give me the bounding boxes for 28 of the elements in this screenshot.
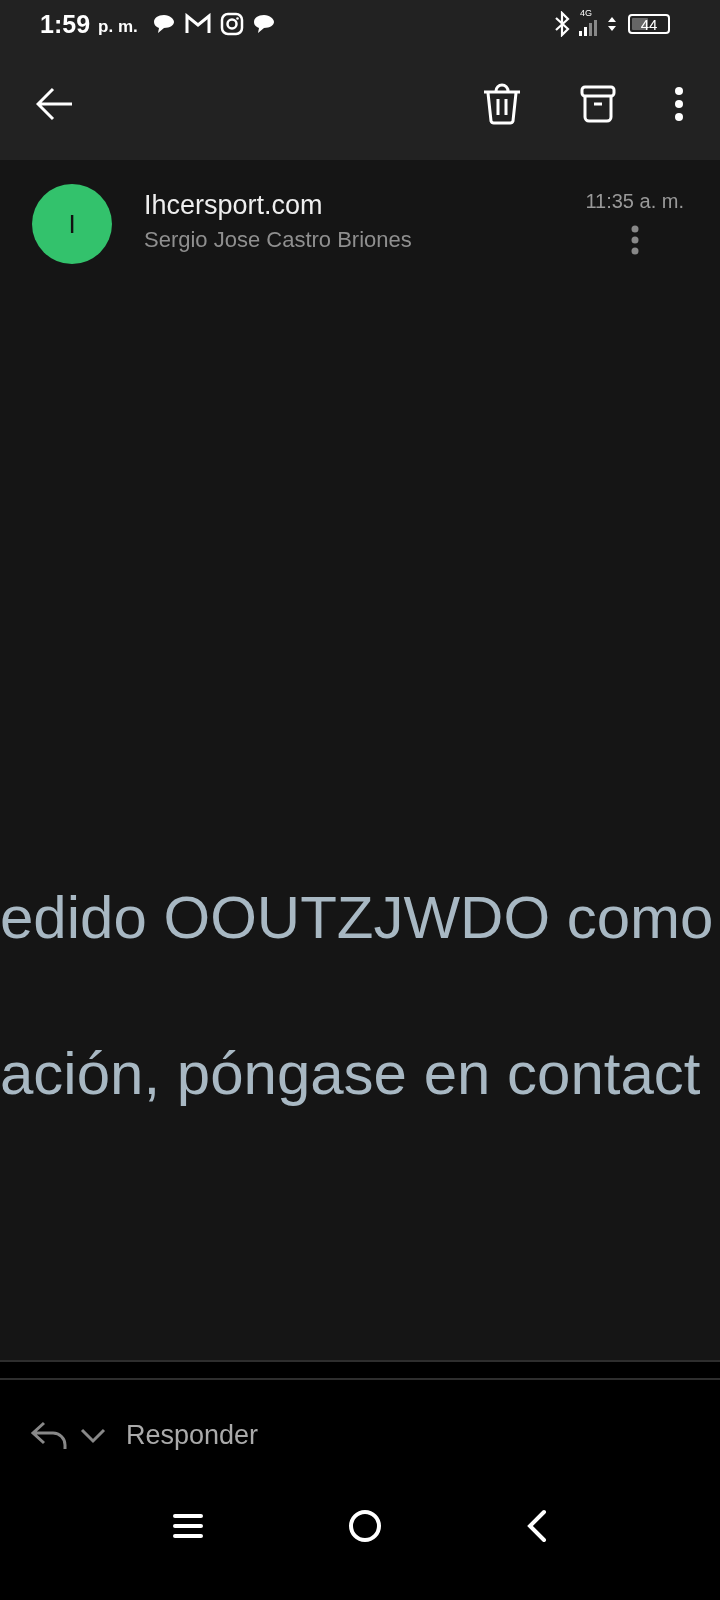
home-button[interactable] <box>348 1508 382 1543</box>
message-time: 11:35 a. m. <box>585 190 684 213</box>
signal-icon <box>578 20 600 36</box>
message-more-button[interactable] <box>630 225 639 255</box>
reply-button[interactable]: Responder <box>118 1420 259 1451</box>
chat-icon <box>251 13 276 35</box>
sender-avatar: I <box>32 184 112 264</box>
message-text: ación, póngase en contact <box>0 1042 701 1106</box>
bluetooth-icon <box>554 11 570 37</box>
chat-icon <box>151 13 176 35</box>
chevron-down-icon <box>80 1427 106 1444</box>
delete-button[interactable] <box>482 83 522 125</box>
reply-icon <box>30 1420 68 1451</box>
more-button[interactable] <box>674 86 684 122</box>
battery-level: 44 <box>640 15 658 33</box>
network-type: 4G <box>580 8 592 18</box>
clock-period: p. m. <box>98 17 138 37</box>
camera-icon <box>219 12 244 36</box>
data-arrows-icon <box>608 17 616 31</box>
clock-time: 1:59 <box>40 9 91 39</box>
recipient-name: Sergio Jose Castro Briones <box>144 227 413 253</box>
menu-button[interactable] <box>172 1512 204 1539</box>
mail-icon <box>183 13 212 35</box>
back-button[interactable] <box>36 87 74 121</box>
archive-button[interactable] <box>580 85 616 123</box>
message-text: edido OOUTZJWDO como <box>0 886 714 950</box>
sender-name: Ihcersport.com <box>144 190 324 221</box>
back-nav-button[interactable] <box>526 1508 548 1543</box>
